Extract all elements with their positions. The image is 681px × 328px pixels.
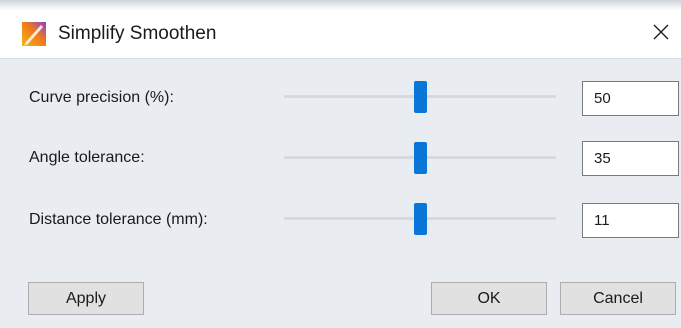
title-bar: Simplify Smoothen bbox=[0, 0, 681, 59]
simplify-smoothen-dialog: Simplify Smoothen Curve precision (%): A… bbox=[0, 0, 681, 328]
cancel-button[interactable]: Cancel bbox=[560, 282, 676, 315]
ok-button[interactable]: OK bbox=[431, 282, 547, 315]
curve-precision-label: Curve precision (%): bbox=[29, 89, 174, 106]
close-icon bbox=[653, 24, 669, 40]
app-logo-icon bbox=[22, 22, 46, 46]
slider-thumb[interactable] bbox=[413, 81, 427, 113]
window-title: Simplify Smoothen bbox=[58, 23, 217, 44]
angle-tolerance-slider[interactable] bbox=[284, 140, 556, 176]
angle-tolerance-label: Angle tolerance: bbox=[29, 149, 145, 166]
slider-thumb[interactable] bbox=[413, 203, 427, 235]
curve-precision-slider[interactable] bbox=[284, 79, 556, 115]
window-top-edge bbox=[0, 0, 681, 10]
distance-tolerance-slider[interactable] bbox=[284, 201, 556, 237]
curve-precision-field[interactable] bbox=[582, 81, 679, 116]
close-button[interactable] bbox=[641, 16, 681, 50]
distance-tolerance-label: Distance tolerance (mm): bbox=[29, 211, 208, 228]
angle-tolerance-field[interactable] bbox=[582, 141, 679, 176]
apply-button[interactable]: Apply bbox=[28, 282, 144, 315]
slider-thumb[interactable] bbox=[413, 142, 427, 174]
distance-tolerance-field[interactable] bbox=[582, 203, 679, 238]
